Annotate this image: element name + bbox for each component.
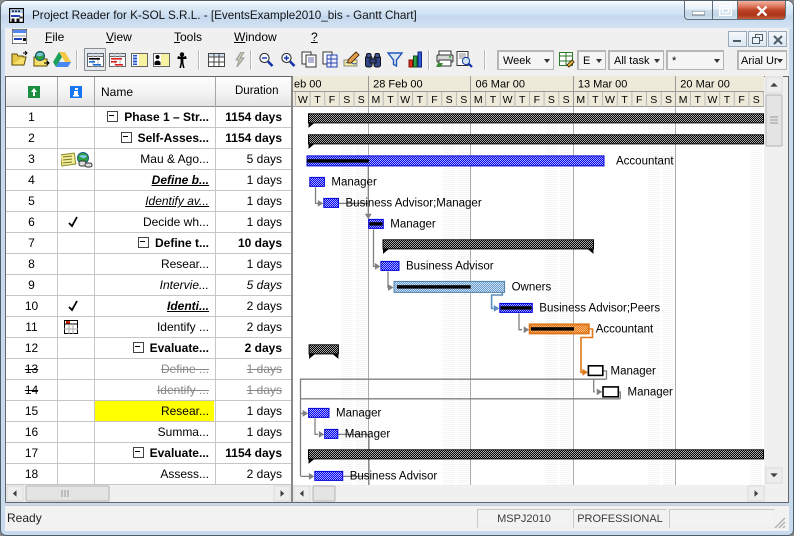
- svg-text:W: W: [605, 94, 615, 106]
- svg-text:Manager: Manager: [345, 429, 391, 441]
- svg-text:M: M: [679, 94, 688, 106]
- svg-text:S: S: [358, 94, 365, 106]
- svg-text:T: T: [490, 94, 497, 106]
- svg-text:Manager: Manager: [331, 177, 377, 189]
- svg-text:T: T: [724, 94, 731, 106]
- svg-text:T: T: [621, 94, 628, 106]
- svg-text:06 Mar 00: 06 Mar 00: [476, 79, 526, 91]
- svg-text:M: M: [372, 94, 381, 106]
- svg-text:F: F: [636, 94, 642, 106]
- svg-text:Business Advisor;Peers: Business Advisor;Peers: [539, 303, 660, 315]
- svg-text:S: S: [665, 94, 672, 106]
- svg-text:F: F: [738, 94, 744, 106]
- svg-text:Owners: Owners: [512, 282, 552, 294]
- svg-text:F: F: [431, 94, 437, 106]
- svg-text:S: S: [446, 94, 453, 106]
- svg-text:Business Advisor: Business Advisor: [406, 261, 494, 273]
- svg-text:T: T: [387, 94, 394, 106]
- svg-text:M: M: [576, 94, 585, 106]
- svg-text:S: S: [650, 94, 657, 106]
- svg-text:S: S: [753, 94, 760, 106]
- svg-text:Accountant: Accountant: [596, 324, 654, 336]
- svg-text:Business Advisor: Business Advisor: [350, 471, 438, 483]
- svg-text:T: T: [417, 94, 424, 106]
- svg-text:20 Mar 00: 20 Mar 00: [680, 79, 730, 91]
- svg-text:F: F: [534, 94, 540, 106]
- svg-text:S: S: [563, 94, 570, 106]
- svg-text:W: W: [298, 94, 308, 106]
- svg-text:T: T: [519, 94, 526, 106]
- svg-text:Manager: Manager: [611, 366, 657, 378]
- svg-text:Manager: Manager: [336, 408, 382, 420]
- svg-text:Accountant: Accountant: [616, 156, 674, 168]
- svg-text:F: F: [329, 94, 335, 106]
- svg-text:S: S: [548, 94, 555, 106]
- svg-text:Manager: Manager: [628, 387, 674, 399]
- svg-text:Manager: Manager: [390, 219, 436, 231]
- svg-text:eb 00: eb 00: [294, 79, 322, 91]
- svg-text:W: W: [503, 94, 513, 106]
- svg-text:W: W: [707, 94, 717, 106]
- svg-text:W: W: [400, 94, 410, 106]
- svg-text:28 Feb 00: 28 Feb 00: [373, 79, 423, 91]
- svg-text:S: S: [343, 94, 350, 106]
- svg-text:S: S: [460, 94, 467, 106]
- svg-text:T: T: [314, 94, 321, 106]
- svg-text:M: M: [474, 94, 483, 106]
- svg-text:Business Advisor;Manager: Business Advisor;Manager: [346, 198, 482, 210]
- svg-text:T: T: [592, 94, 599, 106]
- svg-text:T: T: [694, 94, 701, 106]
- svg-text:13 Mar 00: 13 Mar 00: [578, 79, 628, 91]
